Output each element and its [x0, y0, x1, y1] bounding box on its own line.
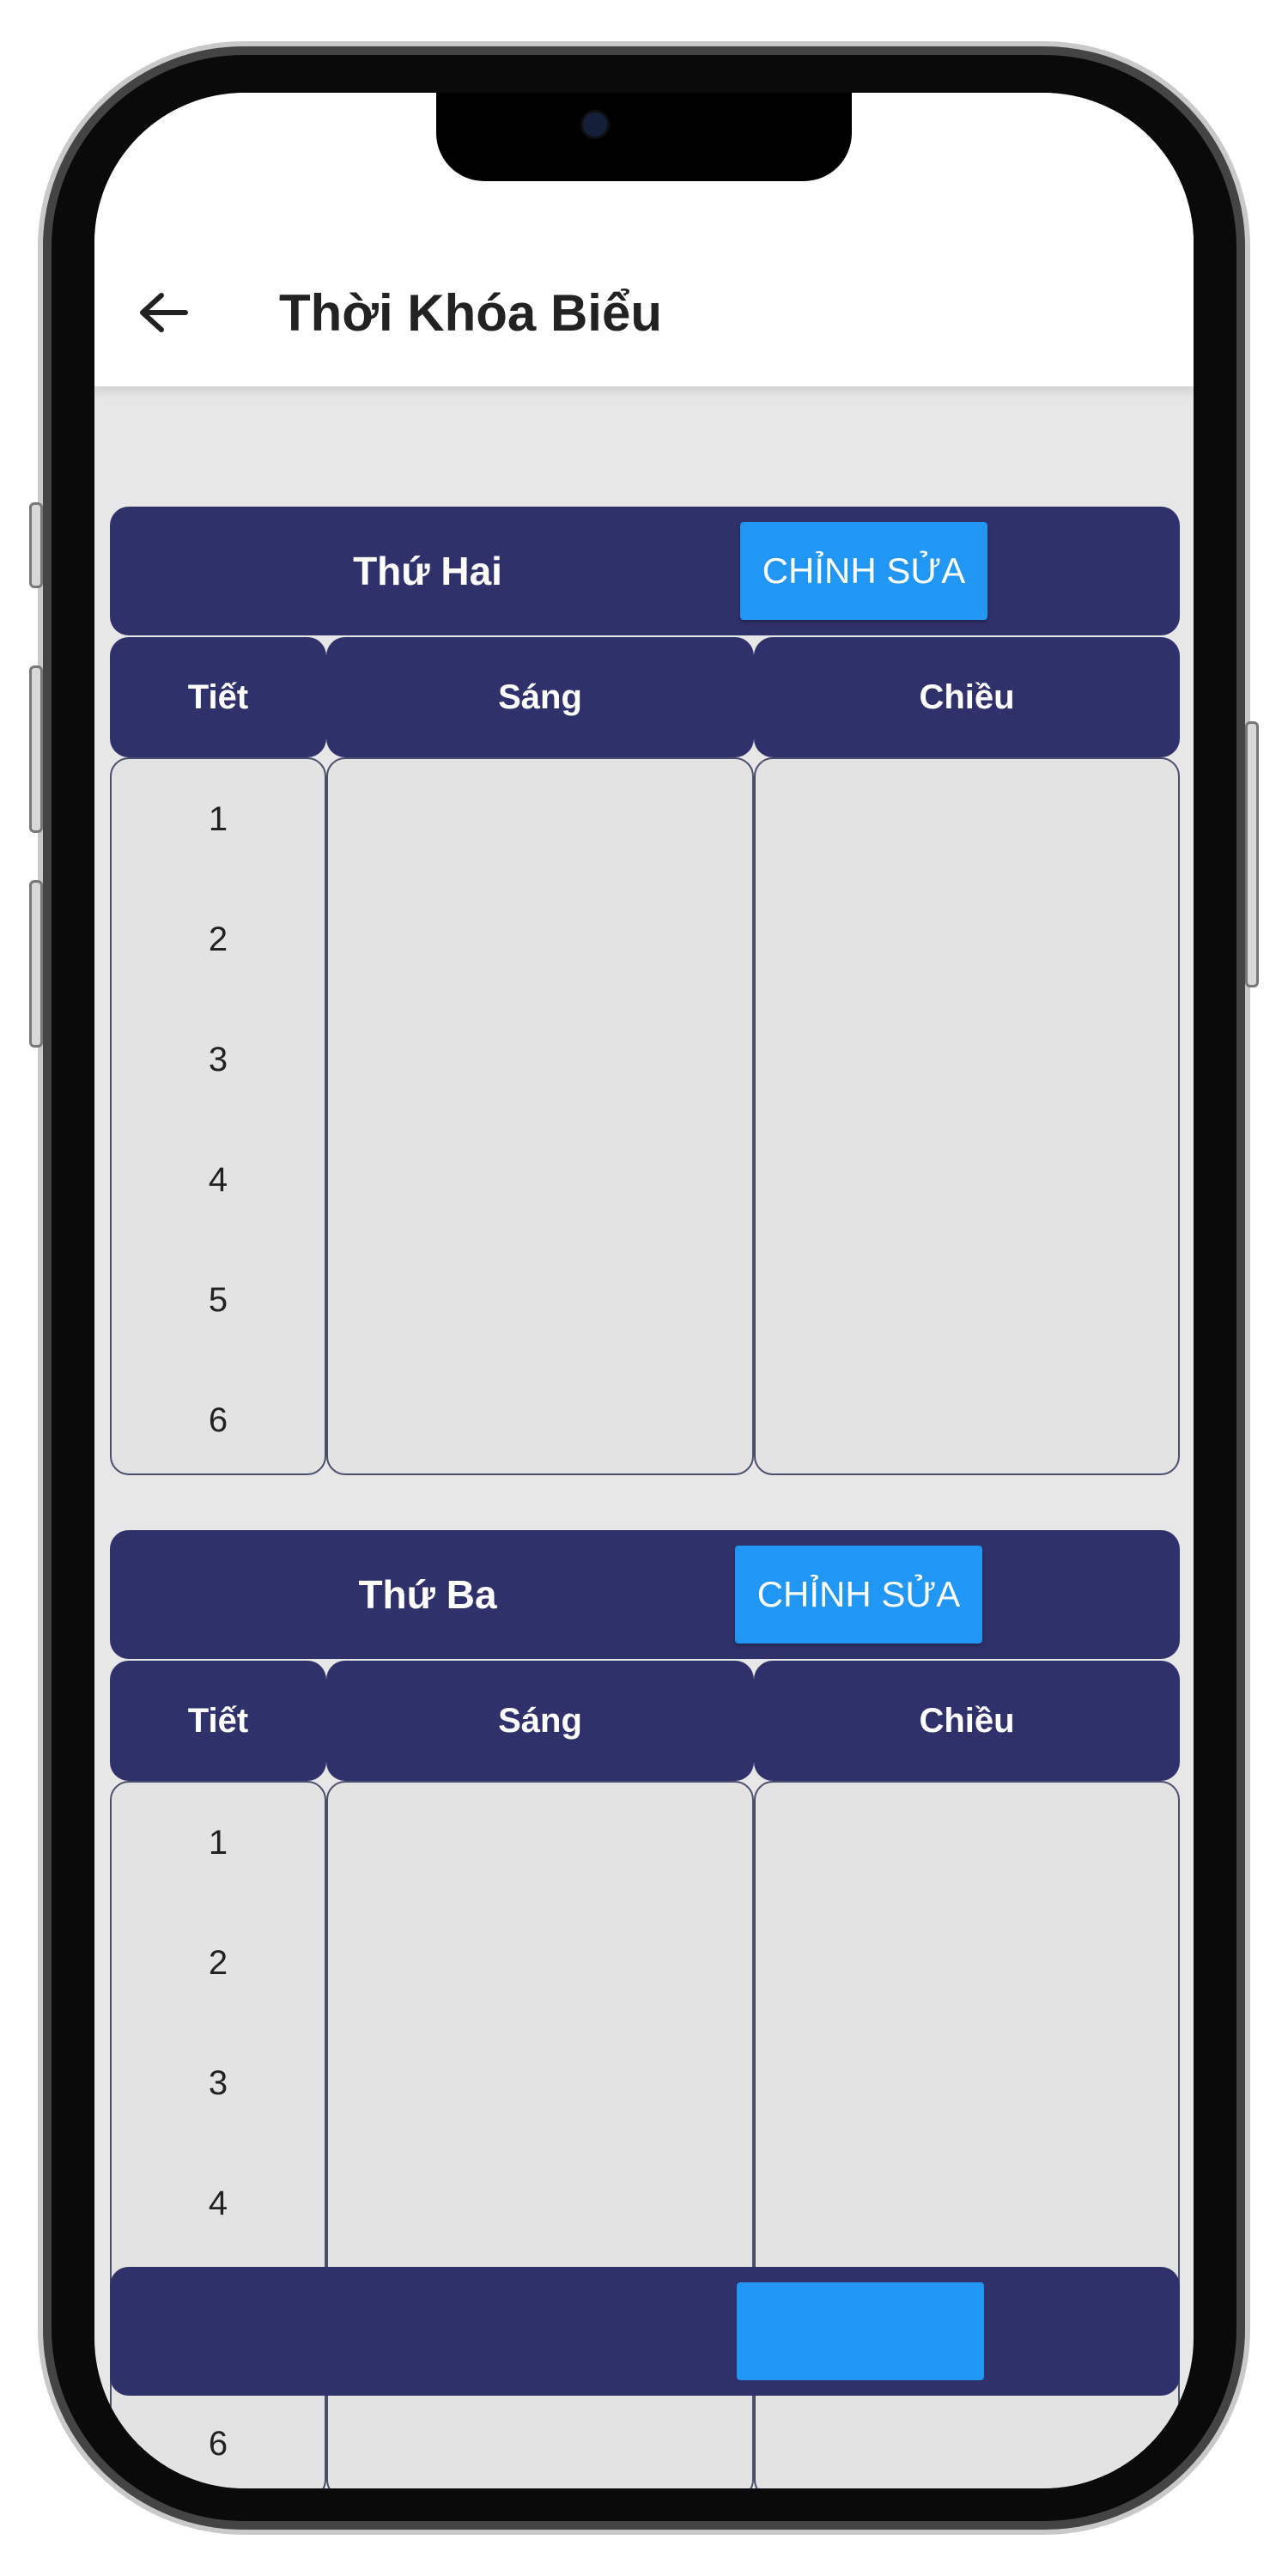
afternoon-column[interactable] — [754, 757, 1180, 1475]
period-number: 2 — [208, 920, 228, 958]
edit-button[interactable]: CHỈNH SỬA — [740, 522, 987, 620]
period-number: 6 — [208, 2425, 228, 2463]
notch — [436, 93, 852, 181]
day-name: Thứ Hai — [353, 549, 502, 593]
day-header: Thứ Hai CHỈNH SỬA — [110, 507, 1180, 635]
mute-switch — [29, 502, 43, 588]
day-name: Thứ Ba — [358, 1572, 497, 1617]
arrow-left-icon — [140, 293, 188, 332]
edit-button-partial[interactable] — [737, 2282, 984, 2380]
column-header-period: Tiết — [110, 637, 326, 757]
volume-down-button — [29, 880, 43, 1048]
front-camera-icon — [580, 110, 610, 139]
period-number: 1 — [208, 1824, 228, 1862]
edit-button[interactable]: CHỈNH SỬA — [735, 1546, 982, 1643]
volume-up-button — [29, 665, 43, 833]
period-number: 4 — [208, 1161, 228, 1199]
column-header-afternoon: Chiều — [754, 1661, 1180, 1781]
power-button — [1245, 721, 1259, 987]
page-title: Thời Khóa Biểu — [279, 284, 662, 342]
column-header-afternoon: Chiều — [754, 637, 1180, 757]
period-number: 3 — [208, 2064, 228, 2102]
period-number: 5 — [208, 1281, 228, 1319]
period-number: 2 — [208, 1944, 228, 1982]
period-column: 1 2 3 4 5 6 — [110, 757, 326, 1475]
period-number: 3 — [208, 1041, 228, 1078]
morning-column[interactable] — [326, 757, 754, 1475]
period-number: 6 — [208, 1401, 228, 1439]
period-number: 1 — [208, 800, 228, 838]
day-card-next-partial — [110, 2267, 1180, 2396]
period-number: 4 — [208, 2184, 228, 2222]
phone-screen: Thời Khóa Biểu Thứ Hai CHỈNH SỬA Tiết Sá… — [94, 93, 1194, 2488]
back-button[interactable] — [129, 278, 197, 347]
day-header: Thứ Ba CHỈNH SỬA — [110, 1530, 1180, 1659]
column-header-period: Tiết — [110, 1661, 326, 1781]
column-header-morning: Sáng — [326, 1661, 754, 1781]
column-header-morning: Sáng — [326, 637, 754, 757]
